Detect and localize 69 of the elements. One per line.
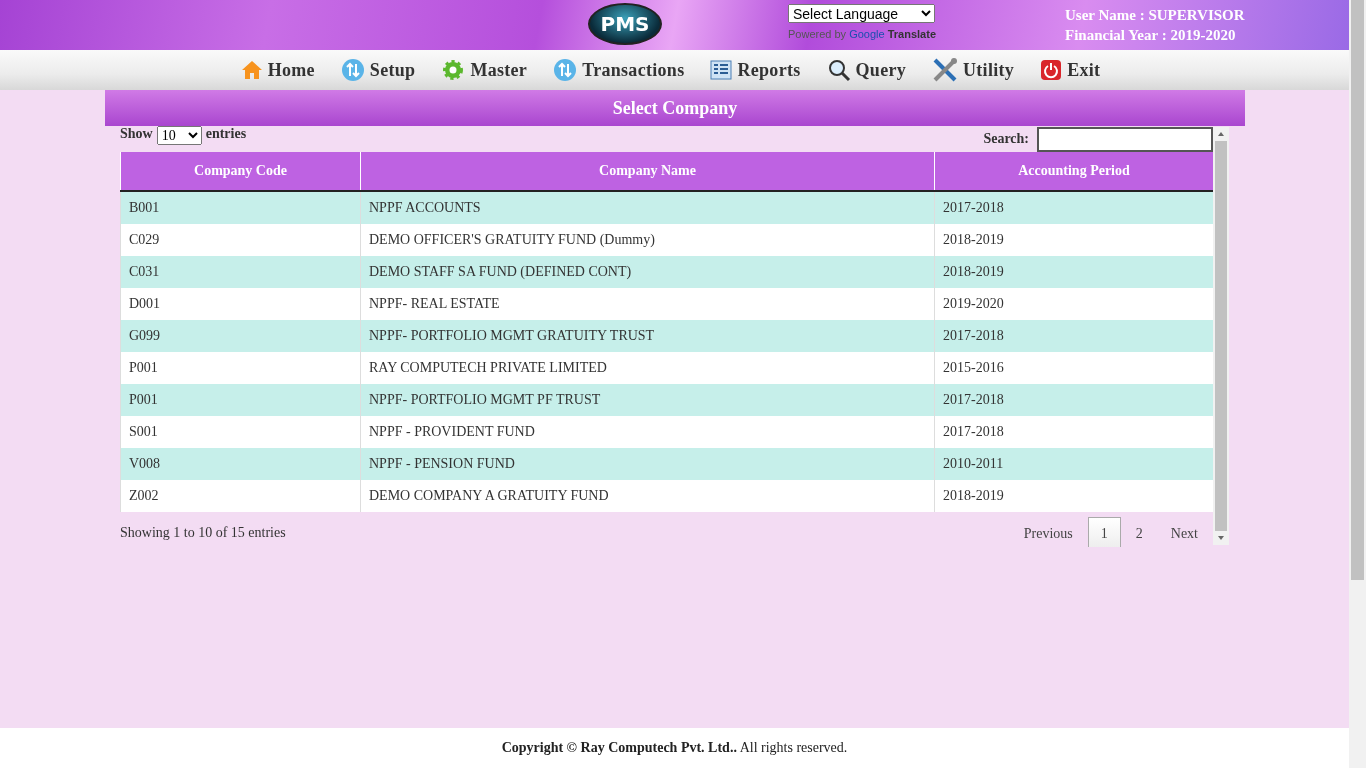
table-cell[interactable]: RAY COMPUTECH PRIVATE LIMITED xyxy=(360,352,935,384)
table-cell[interactable]: 2019-2020 xyxy=(934,288,1213,320)
next-link[interactable]: Next xyxy=(1157,517,1211,547)
translate-link[interactable]: Translate xyxy=(887,28,936,40)
google-text: Google xyxy=(849,28,885,40)
table-cell[interactable]: C029 xyxy=(120,224,361,256)
show-label: Show xyxy=(120,126,153,142)
menu-item[interactable]: Home xyxy=(240,59,315,81)
scrollbar[interactable] xyxy=(1213,127,1229,545)
entries-info: Showing 1 to 10 of 15 entries xyxy=(120,525,286,541)
table-cell[interactable]: 2018-2019 xyxy=(934,480,1213,512)
table-cell[interactable]: DEMO STAFF SA FUND (DEFINED CONT) xyxy=(360,256,935,288)
table-cell[interactable]: P001 xyxy=(120,384,361,416)
table-cell[interactable]: G099 xyxy=(120,320,361,352)
table-cell[interactable]: Z002 xyxy=(120,480,361,512)
menu-item[interactable]: Setup xyxy=(340,58,416,82)
menu-item[interactable]: Transactions xyxy=(553,58,685,82)
table-cell[interactable]: P001 xyxy=(120,352,361,384)
table-cell[interactable]: 2018-2019 xyxy=(934,224,1213,256)
table-cell[interactable]: NPPF- REAL ESTATE xyxy=(360,288,935,320)
previous-link[interactable]: Previous xyxy=(1010,517,1086,547)
tools-icon xyxy=(932,57,959,83)
menu-item[interactable]: Master xyxy=(441,58,528,82)
document-icon xyxy=(710,59,733,81)
table-cell[interactable]: NPPF- PORTFOLIO MGMT PF TRUST xyxy=(360,384,935,416)
page-link[interactable]: 1 xyxy=(1087,517,1121,547)
table-cell[interactable]: 2017-2018 xyxy=(934,384,1213,416)
page-link[interactable]: 2 xyxy=(1122,517,1156,547)
table-cell[interactable]: B001 xyxy=(120,191,361,224)
arrows-icon xyxy=(340,58,365,82)
menu-item[interactable]: Exit xyxy=(1040,59,1101,81)
table-cell[interactable]: NPPF - PENSION FUND xyxy=(360,448,935,480)
entries-select[interactable]: 10 xyxy=(156,126,202,145)
page-scrollbar[interactable] xyxy=(1349,0,1366,768)
panel-title: Select Company xyxy=(105,90,1245,126)
search-label: Search: xyxy=(983,131,1029,147)
financial-year: Financial Year : 2019-2020 xyxy=(1065,26,1237,45)
user-name: User Name : SUPERVISOR xyxy=(1065,6,1245,25)
arrows-icon xyxy=(553,58,578,82)
table-cell[interactable]: NPPF - PROVIDENT FUND xyxy=(360,416,935,448)
scroll-down-arrow-icon[interactable] xyxy=(1218,536,1224,540)
scroll-up-arrow-icon[interactable] xyxy=(1218,132,1224,136)
table-cell[interactable]: 2015-2016 xyxy=(934,352,1213,384)
table-cell[interactable]: 2017-2018 xyxy=(934,320,1213,352)
table-cell[interactable]: DEMO COMPANY A GRATUITY FUND xyxy=(360,480,935,512)
table-cell[interactable]: C031 xyxy=(120,256,361,288)
search-icon xyxy=(826,58,851,82)
menu-item[interactable]: Reports xyxy=(710,59,801,81)
table-cell[interactable]: 2010-2011 xyxy=(934,448,1213,480)
table-cell[interactable]: V008 xyxy=(120,448,361,480)
language-select[interactable]: Select Language xyxy=(788,4,935,23)
table-cell[interactable]: D001 xyxy=(120,288,361,320)
power-icon xyxy=(1040,59,1063,81)
entries-label: entries xyxy=(205,126,247,142)
table-cell[interactable]: NPPF- PORTFOLIO MGMT GRATUITY TRUST xyxy=(360,320,935,352)
menu-item[interactable]: Utility xyxy=(932,57,1015,83)
table-cell[interactable]: NPPF ACCOUNTS xyxy=(360,191,935,224)
table-cell[interactable]: S001 xyxy=(120,416,361,448)
menu-item[interactable]: Query xyxy=(826,58,907,82)
house-icon xyxy=(240,59,263,81)
table-cell[interactable]: 2017-2018 xyxy=(934,416,1213,448)
table-cell[interactable]: DEMO OFFICER'S GRATUITY FUND (Dummy) xyxy=(360,224,935,256)
search-field[interactable] xyxy=(1037,126,1213,152)
copyright-text: Copyright © Ray Computech Pvt. Ltd.. All rights reserved. xyxy=(501,740,848,756)
powered-by-text: Powered by xyxy=(788,28,847,40)
gear-icon xyxy=(441,58,466,82)
pms-logo: PMS xyxy=(588,3,662,45)
table-cell[interactable]: 2017-2018 xyxy=(934,191,1213,224)
table-cell[interactable]: 2018-2019 xyxy=(934,256,1213,288)
